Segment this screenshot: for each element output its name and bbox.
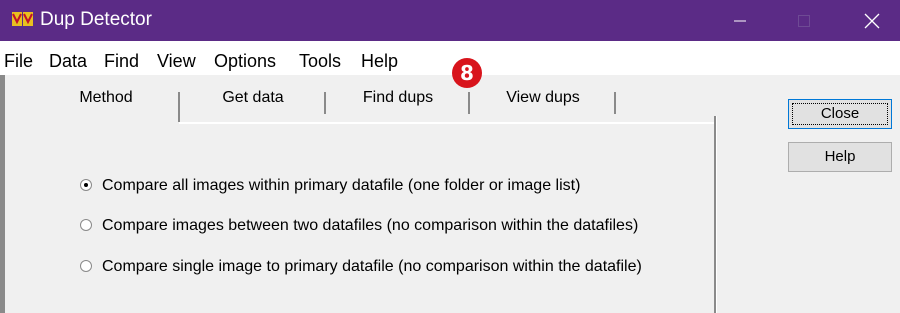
tab-separator xyxy=(614,92,616,114)
option-label: Compare single image to primary datafile… xyxy=(102,258,642,275)
radio-button[interactable] xyxy=(80,260,92,272)
close-icon xyxy=(864,13,880,28)
help-button[interactable]: Help xyxy=(788,142,892,172)
radio-button[interactable] xyxy=(80,179,92,191)
minimize-icon xyxy=(734,20,746,21)
option-label: Compare all images within primary datafi… xyxy=(102,177,581,194)
callout-badge: 8 xyxy=(452,58,482,88)
tab-get-data[interactable]: Get data xyxy=(180,88,326,122)
menu-find[interactable]: Find xyxy=(104,50,139,72)
help-button-label: Help xyxy=(824,148,856,165)
menu-view[interactable]: View xyxy=(157,50,196,72)
menu-data[interactable]: Data xyxy=(49,50,87,72)
menu-options[interactable]: Options xyxy=(214,50,276,72)
left-border xyxy=(0,75,5,313)
tab-method[interactable]: Method xyxy=(36,88,176,122)
menu-help[interactable]: Help xyxy=(361,50,398,72)
close-window-button[interactable] xyxy=(844,0,900,41)
panel-border-highlight xyxy=(716,116,717,313)
menu-tools[interactable]: Tools xyxy=(299,50,341,72)
menu-file[interactable]: File xyxy=(4,50,33,72)
maximize-button[interactable] xyxy=(776,0,832,41)
menu-bar: File Data Find View Options Tools Help xyxy=(0,41,900,75)
window-title: Dup Detector xyxy=(40,9,152,30)
tab-underline xyxy=(179,122,716,124)
focus-rectangle xyxy=(792,103,888,125)
minimize-button[interactable] xyxy=(712,0,768,41)
radio-button[interactable] xyxy=(80,219,92,231)
app-logo-icon xyxy=(12,12,33,26)
tab-view-dups[interactable]: View dups xyxy=(470,88,616,122)
option-label: Compare images between two datafiles (no… xyxy=(102,217,639,234)
title-bar: Dup Detector xyxy=(0,0,900,41)
close-button[interactable]: Close xyxy=(788,99,892,129)
maximize-icon xyxy=(798,14,810,27)
tab-find-dups[interactable]: Find dups xyxy=(326,88,470,122)
